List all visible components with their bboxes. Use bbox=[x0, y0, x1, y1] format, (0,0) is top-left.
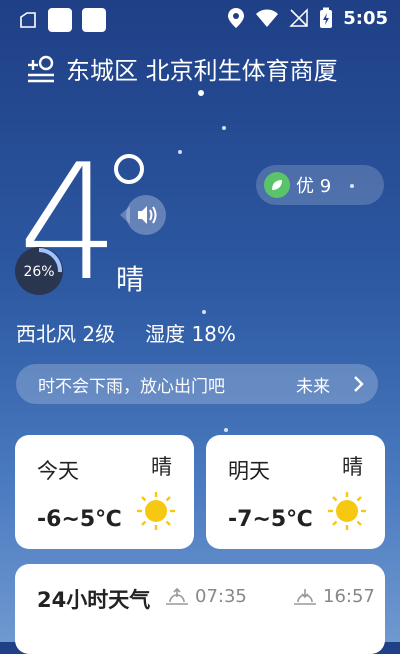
future-label[interactable]: 未来 bbox=[296, 372, 330, 397]
app-notification-icon bbox=[82, 8, 106, 32]
forecast-day: 明天 bbox=[228, 459, 270, 483]
no-signal-icon bbox=[289, 8, 308, 27]
banner-text: 时不会下雨，放心出门吧 bbox=[38, 376, 225, 397]
forecast-range: -7~5℃ bbox=[228, 507, 313, 532]
humidity-gauge: 26% bbox=[15, 247, 63, 295]
hourly-weather-card[interactable]: 24小时天气 07:35 16:57 bbox=[15, 564, 385, 654]
sunset-time: 16:57 bbox=[323, 586, 375, 607]
star-decoration bbox=[224, 428, 228, 432]
gauge-percent: 26% bbox=[23, 264, 54, 280]
forecast-range: -6~5℃ bbox=[37, 507, 122, 532]
star-decoration bbox=[202, 310, 206, 314]
hourly-title: 24小时天气 bbox=[37, 588, 151, 612]
location-header[interactable]: 东城区 北京利生体育商厦 bbox=[26, 48, 386, 88]
sun-icon bbox=[328, 492, 366, 530]
degree-symbol bbox=[114, 154, 144, 184]
air-quality-pill[interactable]: 优 9 bbox=[256, 165, 384, 205]
forecast-condition: 晴 bbox=[342, 455, 363, 479]
speaker-icon[interactable] bbox=[118, 192, 168, 238]
page-indicator-dot bbox=[198, 90, 204, 96]
battery-icon bbox=[320, 7, 333, 28]
leaf-icon bbox=[264, 172, 290, 198]
wind-text: 西北风 2级 bbox=[16, 322, 116, 346]
add-city-icon[interactable] bbox=[26, 53, 56, 83]
forecast-day: 今天 bbox=[37, 459, 79, 483]
sunset-icon bbox=[294, 588, 316, 605]
sunset-info: 16:57 bbox=[293, 586, 375, 607]
sunrise-icon bbox=[166, 587, 188, 605]
chevron-right-icon[interactable] bbox=[346, 372, 370, 396]
aqi-label: 优 9 bbox=[296, 176, 332, 197]
notification-icon bbox=[20, 12, 36, 28]
location-icon bbox=[228, 8, 245, 28]
current-condition: 晴 bbox=[116, 263, 145, 296]
clock-text: 5:05 bbox=[343, 7, 388, 29]
tomorrow-forecast-card[interactable]: 明天 晴 -7~5℃ bbox=[206, 435, 385, 549]
sunrise-time: 07:35 bbox=[195, 586, 247, 607]
sunrise-info: 07:35 bbox=[165, 586, 247, 607]
forecast-condition: 晴 bbox=[151, 455, 172, 479]
humidity-text: 湿度 18% bbox=[145, 322, 236, 346]
wind-humidity-row: 西北风 2级 湿度 18% bbox=[16, 318, 236, 347]
app-notification-icon bbox=[48, 8, 72, 32]
star-decoration bbox=[222, 126, 226, 130]
location-title[interactable]: 东城区 北京利生体育商厦 bbox=[66, 51, 338, 86]
rain-forecast-banner[interactable]: 时不会下雨，放心出门吧 未来 bbox=[16, 364, 378, 404]
star-decoration bbox=[178, 150, 182, 154]
today-forecast-card[interactable]: 今天 晴 -6~5℃ bbox=[15, 435, 194, 549]
status-bar: 5:05 bbox=[0, 0, 400, 36]
sun-icon bbox=[137, 492, 175, 530]
wifi-icon bbox=[256, 9, 279, 27]
